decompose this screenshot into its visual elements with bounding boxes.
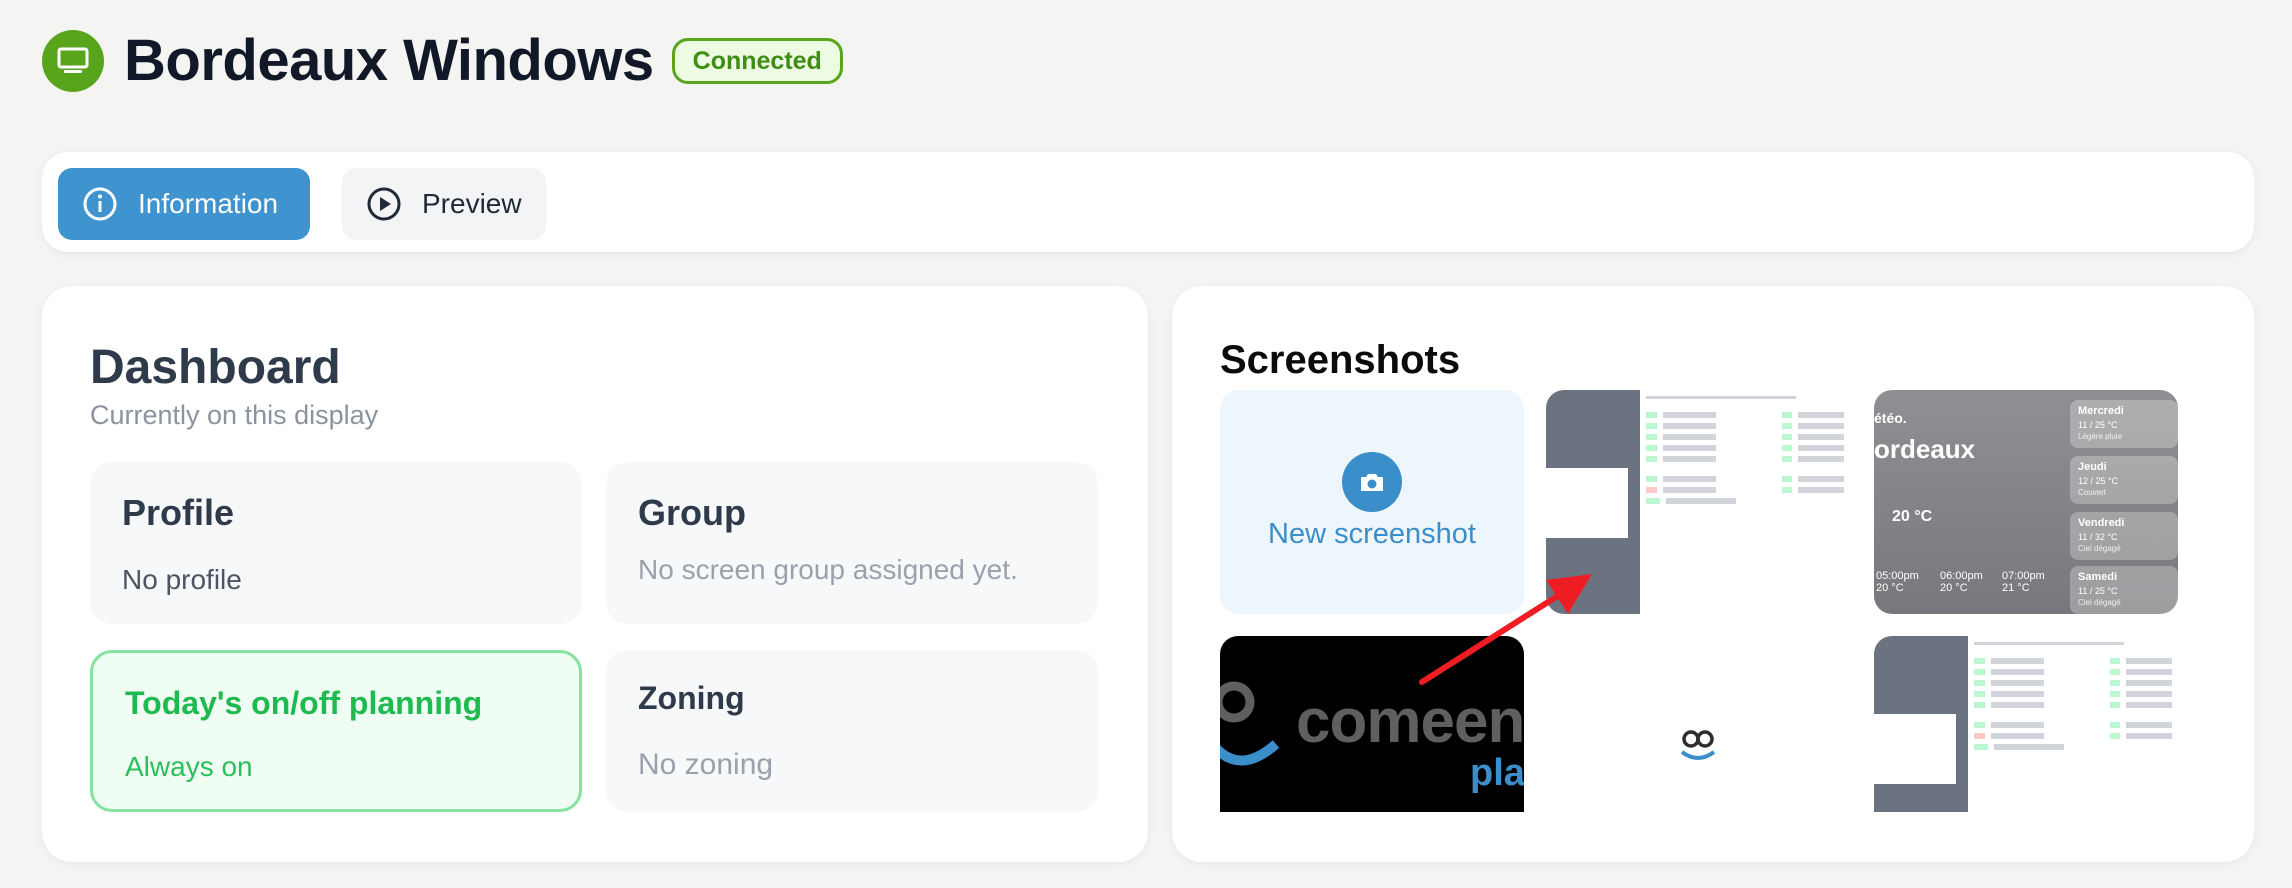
profile-value: No profile [122, 564, 242, 595]
group-tile[interactable]: Group No screen group assigned yet. [606, 462, 1098, 624]
screenshots-title: Screenshots [1220, 338, 1461, 382]
weather-hour: 06:00pm 20 °C [1940, 570, 1983, 594]
weather-day-card: Jeudi 12 / 25 °C Couvert [2070, 456, 2178, 504]
profile-title: Profile [122, 492, 235, 533]
brand-word: comeen [1296, 687, 1524, 756]
planning-tile[interactable]: Today's on/off planning Always on [90, 650, 582, 812]
thumbnail-rows [1646, 412, 1845, 509]
zoning-tile[interactable]: Zoning No zoning [606, 650, 1098, 812]
weather-day-card: Vendredi 11 / 32 °C Ciel dégagé [2070, 512, 2178, 560]
profile-tile[interactable]: Profile No profile [90, 462, 582, 624]
thumbnail-modal [1546, 468, 1628, 538]
weather-hour: 07:00pm 21 °C [2002, 570, 2045, 594]
info-icon [83, 187, 117, 221]
planning-value: Always on [125, 751, 253, 782]
status-badge: Connected [671, 38, 843, 84]
dashboard-title: Dashboard [90, 341, 341, 394]
screenshots-card: Screenshots New screenshot étéo. ordeaux… [1172, 286, 2254, 862]
device-page: Bordeaux Windows Connected Information P… [0, 0, 2292, 888]
thumbnail-modal [1874, 714, 1956, 784]
page-header: Bordeaux Windows Connected [42, 28, 843, 94]
group-value: No screen group assigned yet. [638, 554, 1018, 585]
weather-hour: 05:00pm 20 °C [1876, 570, 1919, 594]
weather-header: étéo. [1874, 410, 1907, 426]
weather-city: ordeaux [1874, 434, 1976, 464]
camera-icon [1342, 452, 1402, 512]
tab-information[interactable]: Information [58, 168, 310, 240]
new-screenshot-label: New screenshot [1268, 518, 1476, 550]
comeen-logo-icon [1220, 681, 1280, 766]
group-title: Group [638, 492, 746, 533]
dashboard-subtitle: Currently on this display [90, 400, 379, 430]
tab-bar: Information Preview [42, 152, 2254, 252]
comeen-small-logo-icon [1680, 730, 1716, 760]
annotation-arrow-icon [1419, 574, 1592, 685]
page-title: Bordeaux Windows [124, 28, 654, 93]
zoning-title: Zoning [638, 680, 745, 716]
weather-day-card: Samedi 11 / 25 °C Ciel dégagé [2070, 566, 2178, 614]
screenshot-thumbnail[interactable] [1874, 636, 2178, 812]
dashboard-card: Dashboard Currently on this display Prof… [42, 286, 1148, 862]
planning-title: Today's on/off planning [125, 685, 483, 721]
play-circle-icon [367, 187, 401, 221]
brand-sub: play [1470, 752, 1524, 794]
thumbnail-rows [1974, 658, 2173, 755]
screenshot-thumbnail-weather[interactable]: étéo. ordeaux 20 °C Mercredi 11 / 25 °C … [1874, 390, 2178, 614]
tab-preview-label: Preview [422, 188, 522, 219]
zoning-value: No zoning [638, 748, 774, 781]
weather-day-card: Mercredi 11 / 25 °C Légère pluie [2070, 400, 2178, 448]
monitor-icon [42, 30, 104, 92]
weather-temp: 20 °C [1892, 508, 1933, 525]
tab-preview[interactable]: Preview [342, 168, 546, 240]
tab-information-label: Information [138, 188, 279, 219]
